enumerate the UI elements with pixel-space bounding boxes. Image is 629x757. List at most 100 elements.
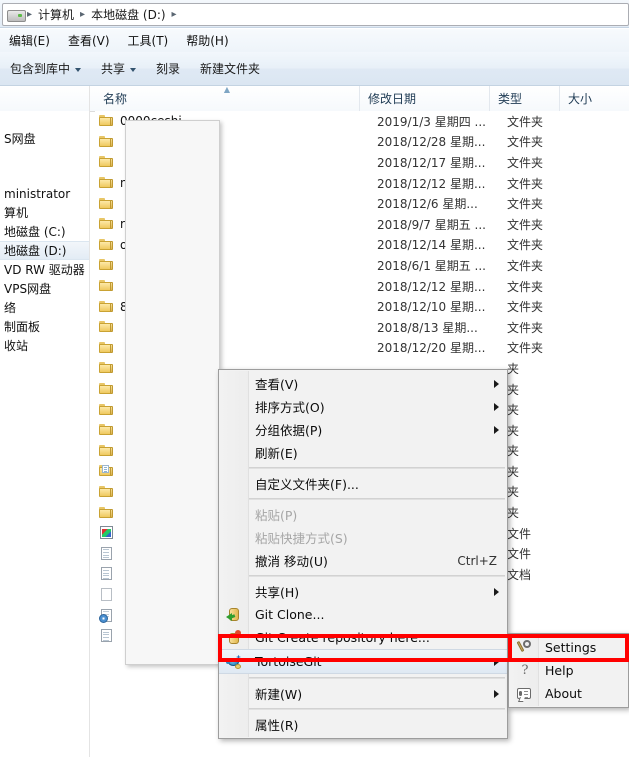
file-type-cell: 文件夹	[507, 341, 544, 356]
file-date-cell: 2018/12/14 星期...	[377, 238, 486, 253]
context-menu-separator	[249, 677, 505, 679]
context-menu-item-label: Git Clone...	[255, 607, 325, 622]
column-header-size[interactable]: 大小	[560, 86, 629, 111]
navigation-pane: S网盘 ministrator 算机 地磁盘 (C:) 地磁盘 (D:) VD …	[0, 111, 89, 757]
folder-icon	[98, 320, 114, 334]
context-menu-item-git-create-repository-here[interactable]: Git Create repository here...	[219, 626, 507, 649]
context-menu-item-属性r[interactable]: 属性(R)	[219, 713, 507, 736]
context-menu-item-git-clone[interactable]: Git Clone...	[219, 603, 507, 626]
file-date-cell: 2018/12/10 星期...	[377, 300, 486, 315]
context-menu-item-label: TortoiseGit	[255, 654, 322, 669]
column-header-name[interactable]: ▲ 名称	[95, 86, 360, 111]
pane-splitter[interactable]	[89, 86, 90, 757]
context-menu-separator	[249, 575, 505, 577]
file-icon-cell	[95, 155, 117, 169]
sidebar-item-network[interactable]: 络	[0, 298, 89, 317]
column-header-name-label: 名称	[103, 92, 128, 106]
sidebar-item-recycle-bin[interactable]: 收站	[0, 336, 89, 355]
sidebar-item-s-netdisk[interactable]: S网盘	[0, 129, 89, 148]
toolbar-new-folder[interactable]: 新建文件夹	[190, 56, 270, 81]
sidebar-item-computer[interactable]: 算机	[0, 203, 89, 222]
sidebar-item-local-disk-c[interactable]: 地磁盘 (C:)	[0, 222, 89, 241]
folder-icon	[98, 155, 114, 169]
file-icon-cell	[95, 382, 117, 396]
toolbar-include-in-library[interactable]: 包含到库中	[0, 56, 91, 81]
file-type-cell: 夹	[507, 506, 520, 521]
context-menu-separator	[249, 498, 505, 500]
folder-icon	[98, 506, 114, 520]
context-menu-item-共享h[interactable]: 共享(H)	[219, 580, 507, 603]
file-icon-cell	[95, 238, 117, 252]
context-menu-item-label: Git Create repository here...	[255, 630, 430, 645]
file-type-cell: 夹	[507, 464, 520, 479]
file-type-cell: 文件	[507, 526, 532, 541]
sidebar-item-wps-netdisk[interactable]: VPS网盘	[0, 279, 89, 298]
folder-icon	[98, 300, 114, 314]
context-menu-item-粘贴p: 粘贴(P)	[219, 503, 507, 526]
breadcrumb-separator-2[interactable]: ▸	[170, 9, 179, 20]
menu-help[interactable]: 帮助(H)	[177, 29, 237, 52]
submenu-item-settings[interactable]: Settings	[509, 636, 628, 659]
context-menu-item-label: 粘贴快捷方式(S)	[255, 531, 348, 546]
submenu-arrow-icon	[494, 402, 499, 411]
file-icon-cell	[95, 176, 117, 190]
folder-icon	[98, 279, 114, 293]
file-icon-cell	[95, 506, 117, 520]
submenu-arrow-icon	[494, 379, 499, 388]
context-menu-item-tortoisegit[interactable]: TortoiseGit	[219, 649, 507, 674]
menu-tools[interactable]: 工具(T)	[119, 29, 178, 52]
file-icon-cell	[95, 567, 117, 581]
context-menu-item-撤消-移动u[interactable]: 撤消 移动(U) Ctrl+Z	[219, 549, 507, 572]
folder-icon	[98, 361, 114, 375]
file-icon-cell	[95, 608, 117, 623]
chevron-down-icon	[75, 67, 82, 72]
address-field[interactable]: ▸ 计算机 ▸ 本地磁盘 (D:) ▸	[2, 3, 629, 26]
file-type-cell: 文件夹	[507, 197, 544, 212]
file-type-cell: 文件夹	[507, 155, 544, 170]
toolbar-burn-label: 刻录	[156, 62, 181, 76]
context-menu-item-排序方式o[interactable]: 排序方式(O)	[219, 395, 507, 418]
folder-icon	[98, 423, 114, 437]
submenu-item-label: Help	[545, 663, 574, 678]
context-menu-item-新建w[interactable]: 新建(W)	[219, 682, 507, 705]
column-header-size-label: 大小	[568, 92, 593, 106]
context-menu-item-分组依据p[interactable]: 分组依据(P)	[219, 418, 507, 441]
menu-view[interactable]: 查看(V)	[59, 29, 119, 52]
explorer-window: ▸ 计算机 ▸ 本地磁盘 (D:) ▸ 编辑(E) 查看(V) 工具(T) 帮助…	[0, 0, 629, 757]
file-date-cell: 2018/12/20 星期...	[377, 341, 486, 356]
file-type-cell: 文件夹	[507, 114, 544, 129]
submenu-item-help[interactable]: ? Help	[509, 659, 628, 682]
menu-bar: 编辑(E) 查看(V) 工具(T) 帮助(H)	[0, 29, 629, 52]
file-icon-cell	[95, 135, 117, 149]
submenu-item-about[interactable]: About	[509, 682, 628, 705]
breadcrumb-local-disk-d[interactable]: 本地磁盘 (D:)	[87, 4, 169, 25]
folder-icon	[98, 485, 114, 499]
menu-edit[interactable]: 编辑(E)	[0, 29, 59, 52]
folder-icon	[98, 197, 114, 211]
column-header-date-modified-label: 修改日期	[368, 92, 417, 106]
address-bar: ▸ 计算机 ▸ 本地磁盘 (D:) ▸	[0, 0, 629, 28]
context-menu-item-label: 共享(H)	[255, 585, 300, 600]
context-menu-item-查看v[interactable]: 查看(V)	[219, 372, 507, 395]
context-menu-item-刷新e[interactable]: 刷新(E)	[219, 441, 507, 464]
context-menu-item-自定义文件夹f[interactable]: 自定义文件夹(F)...	[219, 472, 507, 495]
toolbar-burn[interactable]: 刻录	[146, 56, 190, 81]
file-icon-cell	[95, 341, 117, 355]
document-file-icon	[99, 546, 114, 561]
context-menu-item-label: 撤消 移动(U)	[255, 554, 328, 569]
sidebar-item-local-disk-d[interactable]: 地磁盘 (D:)	[0, 241, 89, 260]
file-date-cell: 2018/12/12 星期...	[377, 279, 486, 294]
sidebar-item-control-panel[interactable]: 制面板	[0, 317, 89, 336]
column-header-row: ▲ 名称 修改日期 类型 大小	[95, 86, 629, 112]
sidebar-item-administrator[interactable]: ministrator	[0, 184, 89, 203]
toolbar-share[interactable]: 共享	[91, 56, 146, 81]
git-create-repository-icon	[226, 629, 242, 646]
sidebar-item-dvd-rw-drive[interactable]: VD RW 驱动器	[0, 260, 89, 279]
file-icon-cell	[95, 361, 117, 375]
folder-icon	[98, 341, 114, 355]
column-header-type[interactable]: 类型	[490, 86, 560, 111]
column-header-date-modified[interactable]: 修改日期	[360, 86, 490, 111]
context-menu-item-label: 查看(V)	[255, 377, 299, 392]
breadcrumb-computer[interactable]: 计算机	[34, 4, 78, 25]
folder-icon	[98, 176, 114, 190]
